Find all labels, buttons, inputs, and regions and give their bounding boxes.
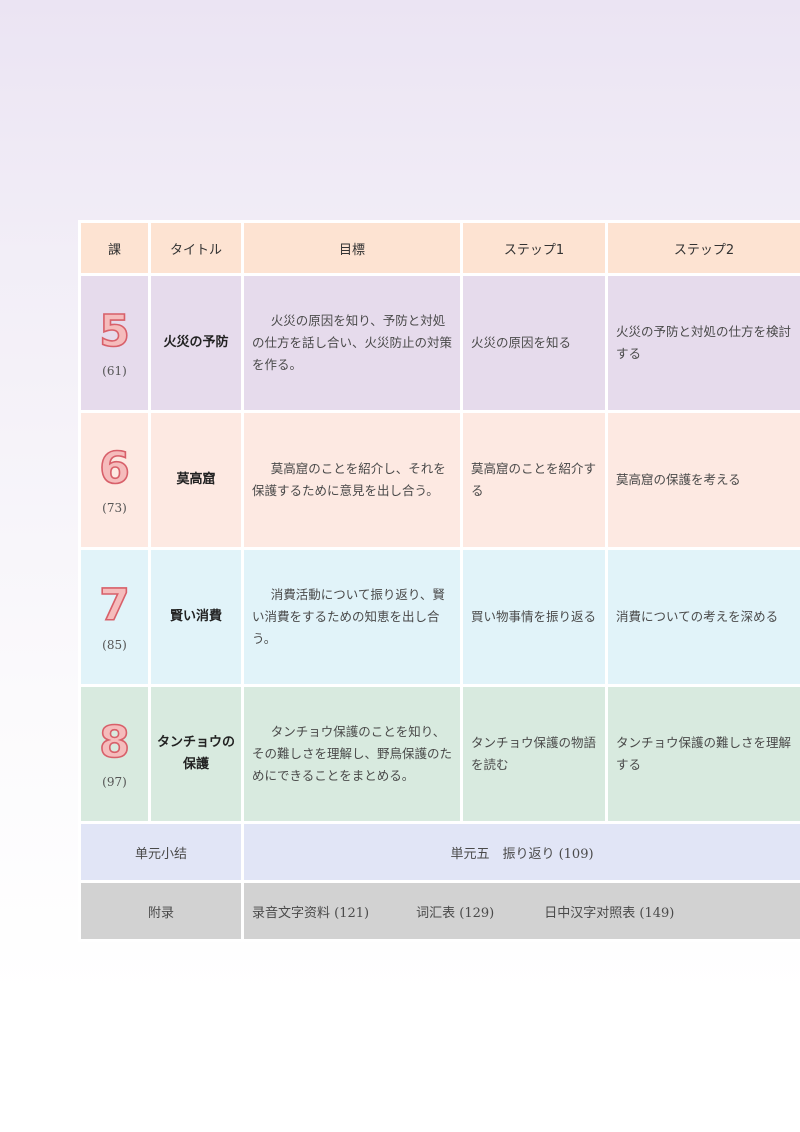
header-title: タイトル: [148, 220, 244, 276]
header-step2: ステップ2: [605, 220, 800, 276]
page: 課 タイトル 目標 ステップ1 ステップ2 5 (61) 火災の予防 火災の原因…: [0, 0, 800, 1132]
lesson-goal-cell: 消費活動について振り返り、賢い消費をするための知恵を出し合う。: [241, 547, 463, 687]
lesson-number-cell: 7 (85): [78, 547, 151, 687]
header-lesson: 課: [78, 220, 151, 276]
appendix-row: 附录 录音文字资料 (121) 词汇表 (129) 日中汉字对照表 (149): [78, 880, 800, 942]
lesson-goal: 消費活動について振り返り、賢い消費をするための知恵を出し合う。: [252, 587, 445, 646]
lesson-goal: タンチョウ保護のことを知り、その難しさを理解し、野鳥保護のためにできることをまと…: [252, 724, 453, 783]
lesson-number: 6: [98, 443, 130, 494]
lesson-number-cell: 6 (73): [78, 410, 151, 550]
lesson-title[interactable]: 莫高窟: [148, 410, 244, 550]
header-step1: ステップ1: [460, 220, 608, 276]
page-number: (73): [102, 501, 127, 515]
lesson-row-6[interactable]: 6 (73) 莫高窟 莫高窟のことを紹介し、それを保護するために意見を出し合う。…: [78, 410, 800, 550]
page-number: (97): [102, 775, 127, 789]
summary-content[interactable]: 単元五 振り返り (109): [241, 821, 800, 883]
summary-row: 单元小结 単元五 振り返り (109): [78, 821, 800, 883]
page-number: (61): [102, 364, 127, 378]
header-goal: 目標: [241, 220, 463, 276]
lesson-goal-cell: タンチョウ保護のことを知り、その難しさを理解し、野鳥保護のためにできることをまと…: [241, 684, 463, 824]
lesson-title[interactable]: 賢い消費: [148, 547, 244, 687]
appendix-items: 录音文字资料 (121) 词汇表 (129) 日中汉字对照表 (149): [241, 880, 800, 942]
lesson-number: 7: [98, 580, 130, 631]
lesson-title[interactable]: タンチョウの保護: [148, 684, 244, 824]
appendix-item-transcripts[interactable]: 录音文字资料 (121): [252, 902, 412, 921]
appendix-label: 附录: [78, 880, 244, 942]
lesson-step2: タンチョウ保護の難しさを理解する: [605, 684, 800, 824]
lesson-goal-cell: 火災の原因を知り、予防と対処の仕方を話し合い、火災防止の対策を作る。: [241, 273, 463, 413]
lesson-step1: 莫高窟のことを紹介する: [460, 410, 608, 550]
lesson-step2: 消費についての考えを深める: [605, 547, 800, 687]
header-row: 課 タイトル 目標 ステップ1 ステップ2: [78, 220, 800, 276]
lesson-number-cell: 5 (61): [78, 273, 151, 413]
lesson-number: 8: [98, 717, 130, 768]
table-of-contents: 課 タイトル 目標 ステップ1 ステップ2 5 (61) 火災の予防 火災の原因…: [78, 220, 800, 942]
lesson-goal: 火災の原因を知り、予防と対処の仕方を話し合い、火災防止の対策を作る。: [252, 313, 453, 372]
lesson-goal: 莫高窟のことを紹介し、それを保護するために意見を出し合う。: [252, 461, 446, 498]
lesson-step2: 莫高窟の保護を考える: [605, 410, 800, 550]
page-number: (85): [102, 638, 127, 652]
lesson-step1: 買い物事情を振り返る: [460, 547, 608, 687]
appendix-item-kanji-table[interactable]: 日中汉字对照表 (149): [544, 902, 674, 921]
lesson-number-cell: 8 (97): [78, 684, 151, 824]
lesson-number: 5: [98, 306, 130, 357]
lesson-row-5[interactable]: 5 (61) 火災の予防 火災の原因を知り、予防と対処の仕方を話し合い、火災防止…: [78, 273, 800, 413]
lesson-title[interactable]: 火災の予防: [148, 273, 244, 413]
lesson-step1: タンチョウ保護の物語を読む: [460, 684, 608, 824]
lesson-step1: 火災の原因を知る: [460, 273, 608, 413]
lesson-row-7[interactable]: 7 (85) 賢い消費 消費活動について振り返り、賢い消費をするための知恵を出し…: [78, 547, 800, 687]
summary-label: 单元小结: [78, 821, 244, 883]
lesson-goal-cell: 莫高窟のことを紹介し、それを保護するために意見を出し合う。: [241, 410, 463, 550]
lesson-step2: 火災の予防と対処の仕方を検討する: [605, 273, 800, 413]
lesson-row-8[interactable]: 8 (97) タンチョウの保護 タンチョウ保護のことを知り、その難しさを理解し、…: [78, 684, 800, 824]
appendix-item-vocabulary[interactable]: 词汇表 (129): [416, 902, 540, 921]
